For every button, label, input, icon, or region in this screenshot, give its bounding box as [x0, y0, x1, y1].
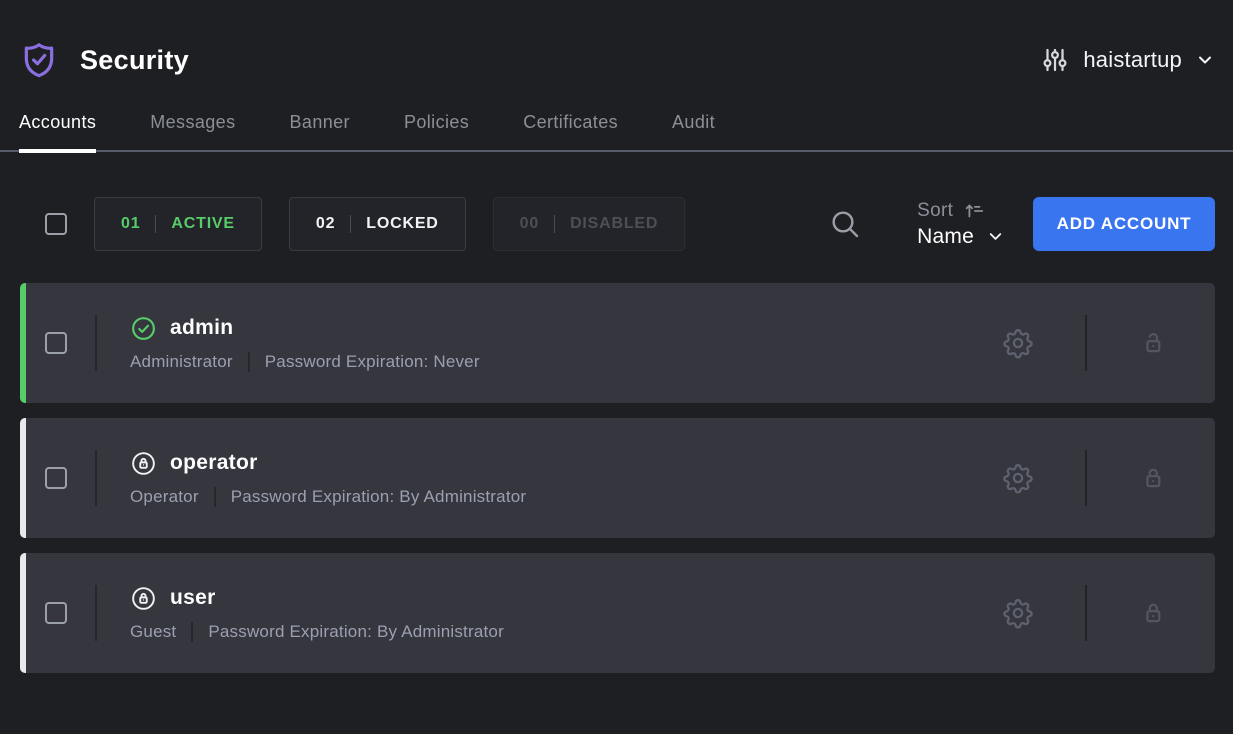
- add-account-button[interactable]: ADD ACCOUNT: [1033, 197, 1215, 251]
- filter-count: 02: [316, 215, 335, 233]
- app-header: Security haistartup: [0, 0, 1233, 80]
- page-title: Security: [80, 45, 189, 76]
- tab-messages[interactable]: Messages: [150, 112, 235, 150]
- account-settings-gear-icon[interactable]: [1002, 462, 1034, 494]
- filter-chip-active[interactable]: 01 ACTIVE: [94, 197, 262, 251]
- unlock-icon[interactable]: [1138, 328, 1168, 358]
- sliders-icon: [1040, 45, 1070, 75]
- tab-audit[interactable]: Audit: [672, 112, 715, 150]
- row-divider: [95, 315, 97, 371]
- row-checkbox[interactable]: [45, 602, 67, 624]
- actions-divider: [1085, 450, 1087, 506]
- account-name: admin: [170, 316, 233, 340]
- account-list: admin Administrator Password Expiration:…: [0, 283, 1233, 673]
- row-checkbox[interactable]: [45, 332, 67, 354]
- chevron-down-icon: [986, 227, 1005, 246]
- account-row: user Guest Password Expiration: By Admin…: [20, 553, 1215, 673]
- sort-value: Name: [917, 225, 974, 249]
- filter-label: LOCKED: [366, 215, 438, 233]
- status-active-icon: [130, 315, 157, 342]
- account-role: Operator: [130, 487, 199, 507]
- tab-banner[interactable]: Banner: [290, 112, 350, 150]
- filter-count: 00: [520, 215, 539, 233]
- subtitle-divider: [248, 352, 250, 372]
- chip-divider: [554, 215, 555, 233]
- row-divider: [95, 585, 97, 641]
- filter-label: ACTIVE: [171, 215, 234, 233]
- filter-count: 01: [121, 215, 140, 233]
- accounts-toolbar: 01 ACTIVE 02 LOCKED 00 DISABLED Sort: [20, 197, 1215, 251]
- filter-chip-locked[interactable]: 02 LOCKED: [289, 197, 466, 251]
- sort-label: Sort: [917, 200, 953, 222]
- filter-label: DISABLED: [570, 215, 658, 233]
- account-name: operator: [170, 451, 258, 475]
- status-locked-icon: [130, 450, 157, 477]
- tab-certificates[interactable]: Certificates: [523, 112, 618, 150]
- chip-divider: [155, 215, 156, 233]
- row-divider: [95, 450, 97, 506]
- tab-policies[interactable]: Policies: [404, 112, 469, 150]
- actions-divider: [1085, 315, 1087, 371]
- workspace-menu[interactable]: haistartup: [1040, 45, 1215, 75]
- tab-accounts[interactable]: Accounts: [19, 112, 96, 150]
- select-all-checkbox[interactable]: [45, 213, 67, 235]
- lock-icon[interactable]: [1138, 463, 1168, 493]
- password-expiration: Password Expiration: Never: [265, 352, 480, 372]
- subtitle-divider: [191, 622, 193, 642]
- workspace-label: haistartup: [1083, 47, 1182, 73]
- chip-divider: [350, 215, 351, 233]
- lock-icon[interactable]: [1138, 598, 1168, 628]
- actions-divider: [1085, 585, 1087, 641]
- account-role: Administrator: [130, 352, 233, 372]
- sort-control[interactable]: Sort Name: [917, 200, 1005, 249]
- account-role: Guest: [130, 622, 176, 642]
- status-locked-icon: [130, 585, 157, 612]
- tab-bar: Accounts Messages Banner Policies Certif…: [0, 112, 1233, 152]
- sort-asc-icon: [963, 200, 985, 222]
- account-name: user: [170, 586, 216, 610]
- account-settings-gear-icon[interactable]: [1002, 327, 1034, 359]
- password-expiration: Password Expiration: By Administrator: [231, 487, 527, 507]
- password-expiration: Password Expiration: By Administrator: [208, 622, 504, 642]
- filter-chip-disabled[interactable]: 00 DISABLED: [493, 197, 686, 251]
- account-settings-gear-icon[interactable]: [1002, 597, 1034, 629]
- security-shield-icon: [20, 40, 58, 80]
- subtitle-divider: [214, 487, 216, 507]
- search-icon[interactable]: [829, 208, 861, 240]
- chevron-down-icon: [1195, 50, 1215, 70]
- row-checkbox[interactable]: [45, 467, 67, 489]
- account-row: operator Operator Password Expiration: B…: [20, 418, 1215, 538]
- account-row: admin Administrator Password Expiration:…: [20, 283, 1215, 403]
